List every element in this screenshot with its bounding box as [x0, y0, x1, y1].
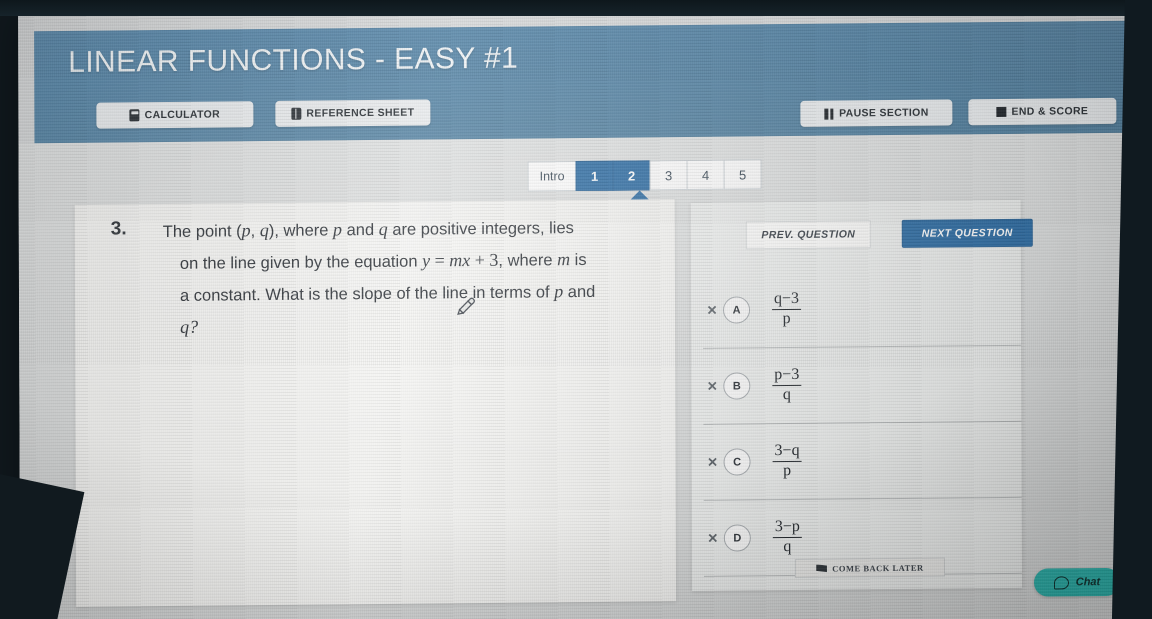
question-number: 3.: [110, 218, 127, 240]
answer-option-b[interactable]: ✕ B p−3 q: [703, 345, 1022, 425]
page-title: LINEAR FUNCTIONS - EASY #1: [68, 41, 519, 79]
option-value-a: q−3 p: [771, 290, 802, 328]
q1p2: p: [332, 219, 343, 240]
q1a: The point (: [162, 222, 242, 242]
q1comma: ,: [250, 222, 260, 241]
question-text: The point (p, q), where p and q are posi…: [163, 211, 663, 343]
pager-item-3[interactable]: 3: [649, 159, 688, 191]
q2m: m: [557, 249, 571, 270]
q2b: , where: [498, 251, 558, 270]
option-a-denominator: p: [782, 310, 791, 328]
come-back-later-button[interactable]: COME BACK LATER: [794, 557, 945, 578]
answer-option-c[interactable]: ✕ C 3−q p: [703, 421, 1022, 501]
question-line-4: q?: [180, 316, 199, 337]
option-letter-c: C: [723, 448, 751, 476]
q2a: on the line given by the equation: [179, 252, 423, 273]
chat-button[interactable]: Chat: [1033, 567, 1121, 597]
option-value-d: 3−p q: [772, 518, 802, 556]
end-and-score-label: END & SCORE: [1011, 105, 1089, 118]
option-d-denominator: q: [783, 538, 792, 556]
question-line-3: a constant. What is the slope of the lin…: [163, 275, 663, 312]
stop-icon: [996, 106, 1007, 118]
answer-panel: PREV. QUESTION NEXT QUESTION ✕ A q−3 p ✕…: [690, 199, 1033, 591]
option-letter-d: D: [723, 524, 751, 552]
come-back-later-label: COME BACK LATER: [832, 562, 924, 574]
pager-item-intro[interactable]: Intro: [527, 161, 577, 192]
answer-option-a[interactable]: ✕ A q−3 p: [702, 269, 1022, 349]
question-line-1: The point (p, q), where p and q are posi…: [163, 211, 663, 248]
end-and-score-button[interactable]: END & SCORE: [968, 97, 1117, 126]
pause-section-button[interactable]: PAUSE SECTION: [800, 99, 953, 127]
eliminate-option-a[interactable]: ✕: [703, 302, 721, 318]
speech-bubble-icon: [1053, 575, 1069, 589]
pager-item-1[interactable]: 1: [575, 160, 614, 192]
calculator-button[interactable]: CALCULATOR: [96, 101, 254, 129]
option-d-numerator: 3−p: [772, 518, 802, 539]
question-line-2: on the line given by the equation y = mx…: [163, 243, 663, 280]
eliminate-option-b[interactable]: ✕: [703, 378, 721, 394]
q3a: a constant. What is the slope of the lin…: [179, 283, 555, 305]
option-b-numerator: p−3: [772, 366, 802, 387]
q1b: ), where: [268, 221, 334, 241]
option-letter-b: B: [723, 372, 751, 400]
pause-icon: [824, 108, 834, 119]
q1q2: q: [378, 218, 388, 239]
q1p: p: [241, 220, 251, 241]
app-header: LINEAR FUNCTIONS - EASY #1 CALCULATOR RE…: [34, 20, 1129, 144]
q3b: and: [563, 282, 596, 302]
q1c: and: [341, 220, 379, 240]
reference-sheet-label: REFERENCE SHEET: [306, 106, 415, 120]
pen-cursor-icon: [455, 293, 477, 316]
eliminate-option-c[interactable]: ✕: [704, 454, 722, 470]
calculator-label: CALCULATOR: [144, 108, 221, 122]
question-equation: y = mx + 3: [422, 249, 499, 271]
q1q: q: [259, 220, 269, 241]
option-value-c: 3−q p: [772, 442, 802, 480]
flag-icon: [816, 564, 827, 572]
option-c-denominator: p: [783, 462, 792, 480]
book-icon: [291, 107, 302, 120]
answer-options-list: ✕ A q−3 p ✕ B p−3 q ✕ C 3−q p ✕ D 3−p q: [702, 269, 1034, 577]
photo-frame: LINEAR FUNCTIONS - EASY #1 CALCULATOR RE…: [0, 0, 1152, 619]
chat-label: Chat: [1075, 576, 1101, 589]
calculator-icon: [129, 109, 140, 122]
pager-current-indicator: [630, 190, 649, 200]
eliminate-option-d[interactable]: ✕: [704, 530, 722, 546]
option-c-numerator: 3−q: [772, 442, 802, 463]
option-a-numerator: q−3: [771, 290, 802, 311]
option-b-denominator: q: [782, 386, 791, 404]
next-question-button[interactable]: NEXT QUESTION: [901, 218, 1033, 248]
q1d: are positive integers, lies: [387, 219, 574, 239]
screen-bezel-top: [0, 0, 1152, 16]
option-letter-a: A: [723, 296, 751, 324]
pager-item-4[interactable]: 4: [686, 159, 725, 190]
pause-section-label: PAUSE SECTION: [839, 106, 929, 120]
option-value-b: p−3 q: [772, 366, 802, 404]
reference-sheet-button[interactable]: REFERENCE SHEET: [275, 99, 431, 127]
prev-question-button[interactable]: PREV. QUESTION: [745, 220, 871, 250]
test-application: LINEAR FUNCTIONS - EASY #1 CALCULATOR RE…: [18, 3, 1146, 619]
q2c: is: [570, 250, 587, 270]
pager-item-5[interactable]: 5: [723, 159, 762, 190]
screen-surface: LINEAR FUNCTIONS - EASY #1 CALCULATOR RE…: [18, 2, 1147, 619]
q3p: p: [554, 281, 564, 302]
pager-item-2[interactable]: 2: [612, 160, 651, 191]
question-pager: Intro 1 2 3 4 5: [527, 159, 762, 192]
question-card: 3. The point (p, q), where p and q are p…: [74, 199, 677, 607]
